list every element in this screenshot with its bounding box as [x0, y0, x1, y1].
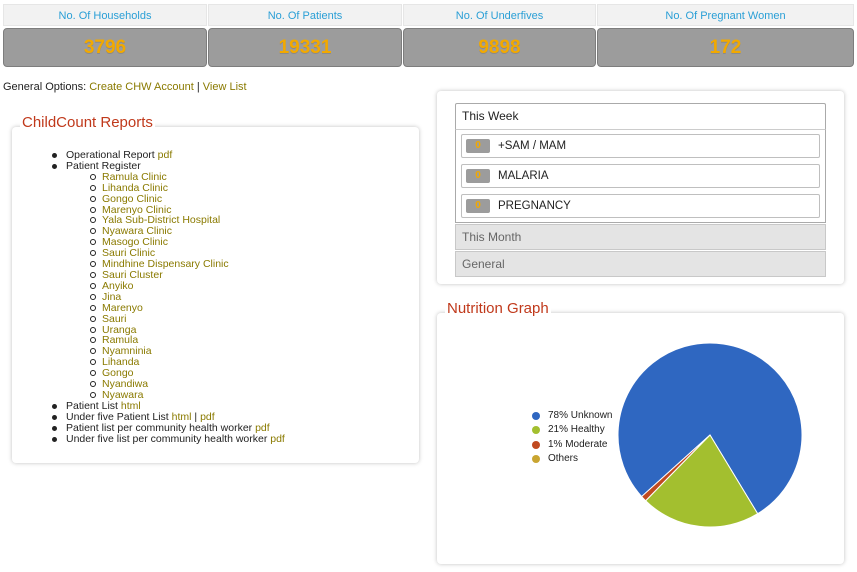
- reports-list: Operational Report pdf Patient Register …: [44, 150, 285, 444]
- pregnancy-item[interactable]: 0 PREGNANCY: [461, 194, 820, 218]
- list-item: Patient Register Ramula Clinic Lihanda C…: [44, 160, 285, 401]
- under-five-chw-label: Under five list per community health wor…: [66, 432, 268, 445]
- stat-value: 172: [597, 28, 854, 67]
- tab-general[interactable]: General: [455, 251, 826, 277]
- legend-item: 78% Unknown: [530, 410, 612, 424]
- legend-dot: [532, 426, 540, 435]
- stat-label: No. Of Underfives: [403, 4, 596, 26]
- count-badge: 0: [466, 139, 490, 153]
- under-five-chw-pdf-link[interactable]: pdf: [270, 433, 285, 445]
- general-options: General Options: Create CHW Account | Vi…: [3, 81, 247, 93]
- stat-label: No. Of Patients: [208, 4, 402, 26]
- patient-register-locations: Ramula Clinic Lihanda Clinic Gongo Clini…: [66, 171, 285, 401]
- count-badge: 0: [466, 199, 490, 213]
- nutrition-pie-chart: [617, 342, 803, 528]
- stat-value: 19331: [208, 28, 402, 67]
- item-label: PREGNANCY: [498, 200, 571, 212]
- legend-item: 21% Healthy: [530, 424, 612, 438]
- list-item: Under five list per community health wor…: [44, 432, 285, 445]
- operational-report-pdf-link[interactable]: pdf: [158, 149, 173, 161]
- stat-value: 3796: [3, 28, 207, 67]
- item-label: MALARIA: [498, 170, 549, 182]
- stat-label: No. Of Households: [3, 4, 207, 26]
- stat-patients: No. Of Patients 19331: [208, 4, 402, 68]
- this-week-body: 0 +SAM / MAM 0 MALARIA 0 PREGNANCY: [455, 129, 826, 223]
- stat-underfives: No. Of Underfives 9898: [403, 4, 596, 68]
- create-chw-account-link[interactable]: Create CHW Account: [89, 81, 194, 93]
- item-label: +SAM / MAM: [498, 140, 567, 152]
- sam-mam-item[interactable]: 0 +SAM / MAM: [461, 134, 820, 158]
- view-list-link[interactable]: View List: [203, 81, 247, 93]
- tab-this-month[interactable]: This Month: [455, 224, 826, 250]
- legend-label: 1% Moderate: [548, 438, 608, 450]
- stats-bar: No. Of Households 3796 No. Of Patients 1…: [3, 4, 854, 68]
- legend-dot: [532, 440, 540, 449]
- count-badge: 0: [466, 169, 490, 183]
- tab-this-week[interactable]: This Week: [455, 103, 826, 129]
- legend-label: 78% Unknown: [548, 410, 613, 421]
- nutrition-title: Nutrition Graph: [445, 300, 551, 317]
- legend-dot: [532, 454, 540, 463]
- summary-panel: This Week 0 +SAM / MAM 0 MALARIA 0 PREGN…: [437, 91, 844, 284]
- general-options-label: General Options:: [3, 81, 87, 93]
- summary-accordion: This Week 0 +SAM / MAM 0 MALARIA 0 PREGN…: [455, 103, 826, 277]
- legend-label: 21% Healthy: [548, 424, 605, 436]
- chart-legend: 78% Unknown 21% Healthy 1% Moderate Othe…: [530, 410, 612, 467]
- legend-dot: [532, 412, 540, 420]
- malaria-item[interactable]: 0 MALARIA: [461, 164, 820, 188]
- stat-value: 9898: [403, 28, 596, 67]
- stat-households: No. Of Households 3796: [3, 4, 207, 68]
- separator: |: [196, 81, 200, 93]
- legend-label: Others: [548, 452, 579, 464]
- legend-item: Others: [530, 453, 612, 467]
- stat-pregnant-women: No. Of Pregnant Women 172: [597, 4, 854, 68]
- legend-item: 1% Moderate: [530, 439, 612, 453]
- stat-label: No. Of Pregnant Women: [597, 4, 854, 26]
- reports-title: ChildCount Reports: [20, 114, 155, 131]
